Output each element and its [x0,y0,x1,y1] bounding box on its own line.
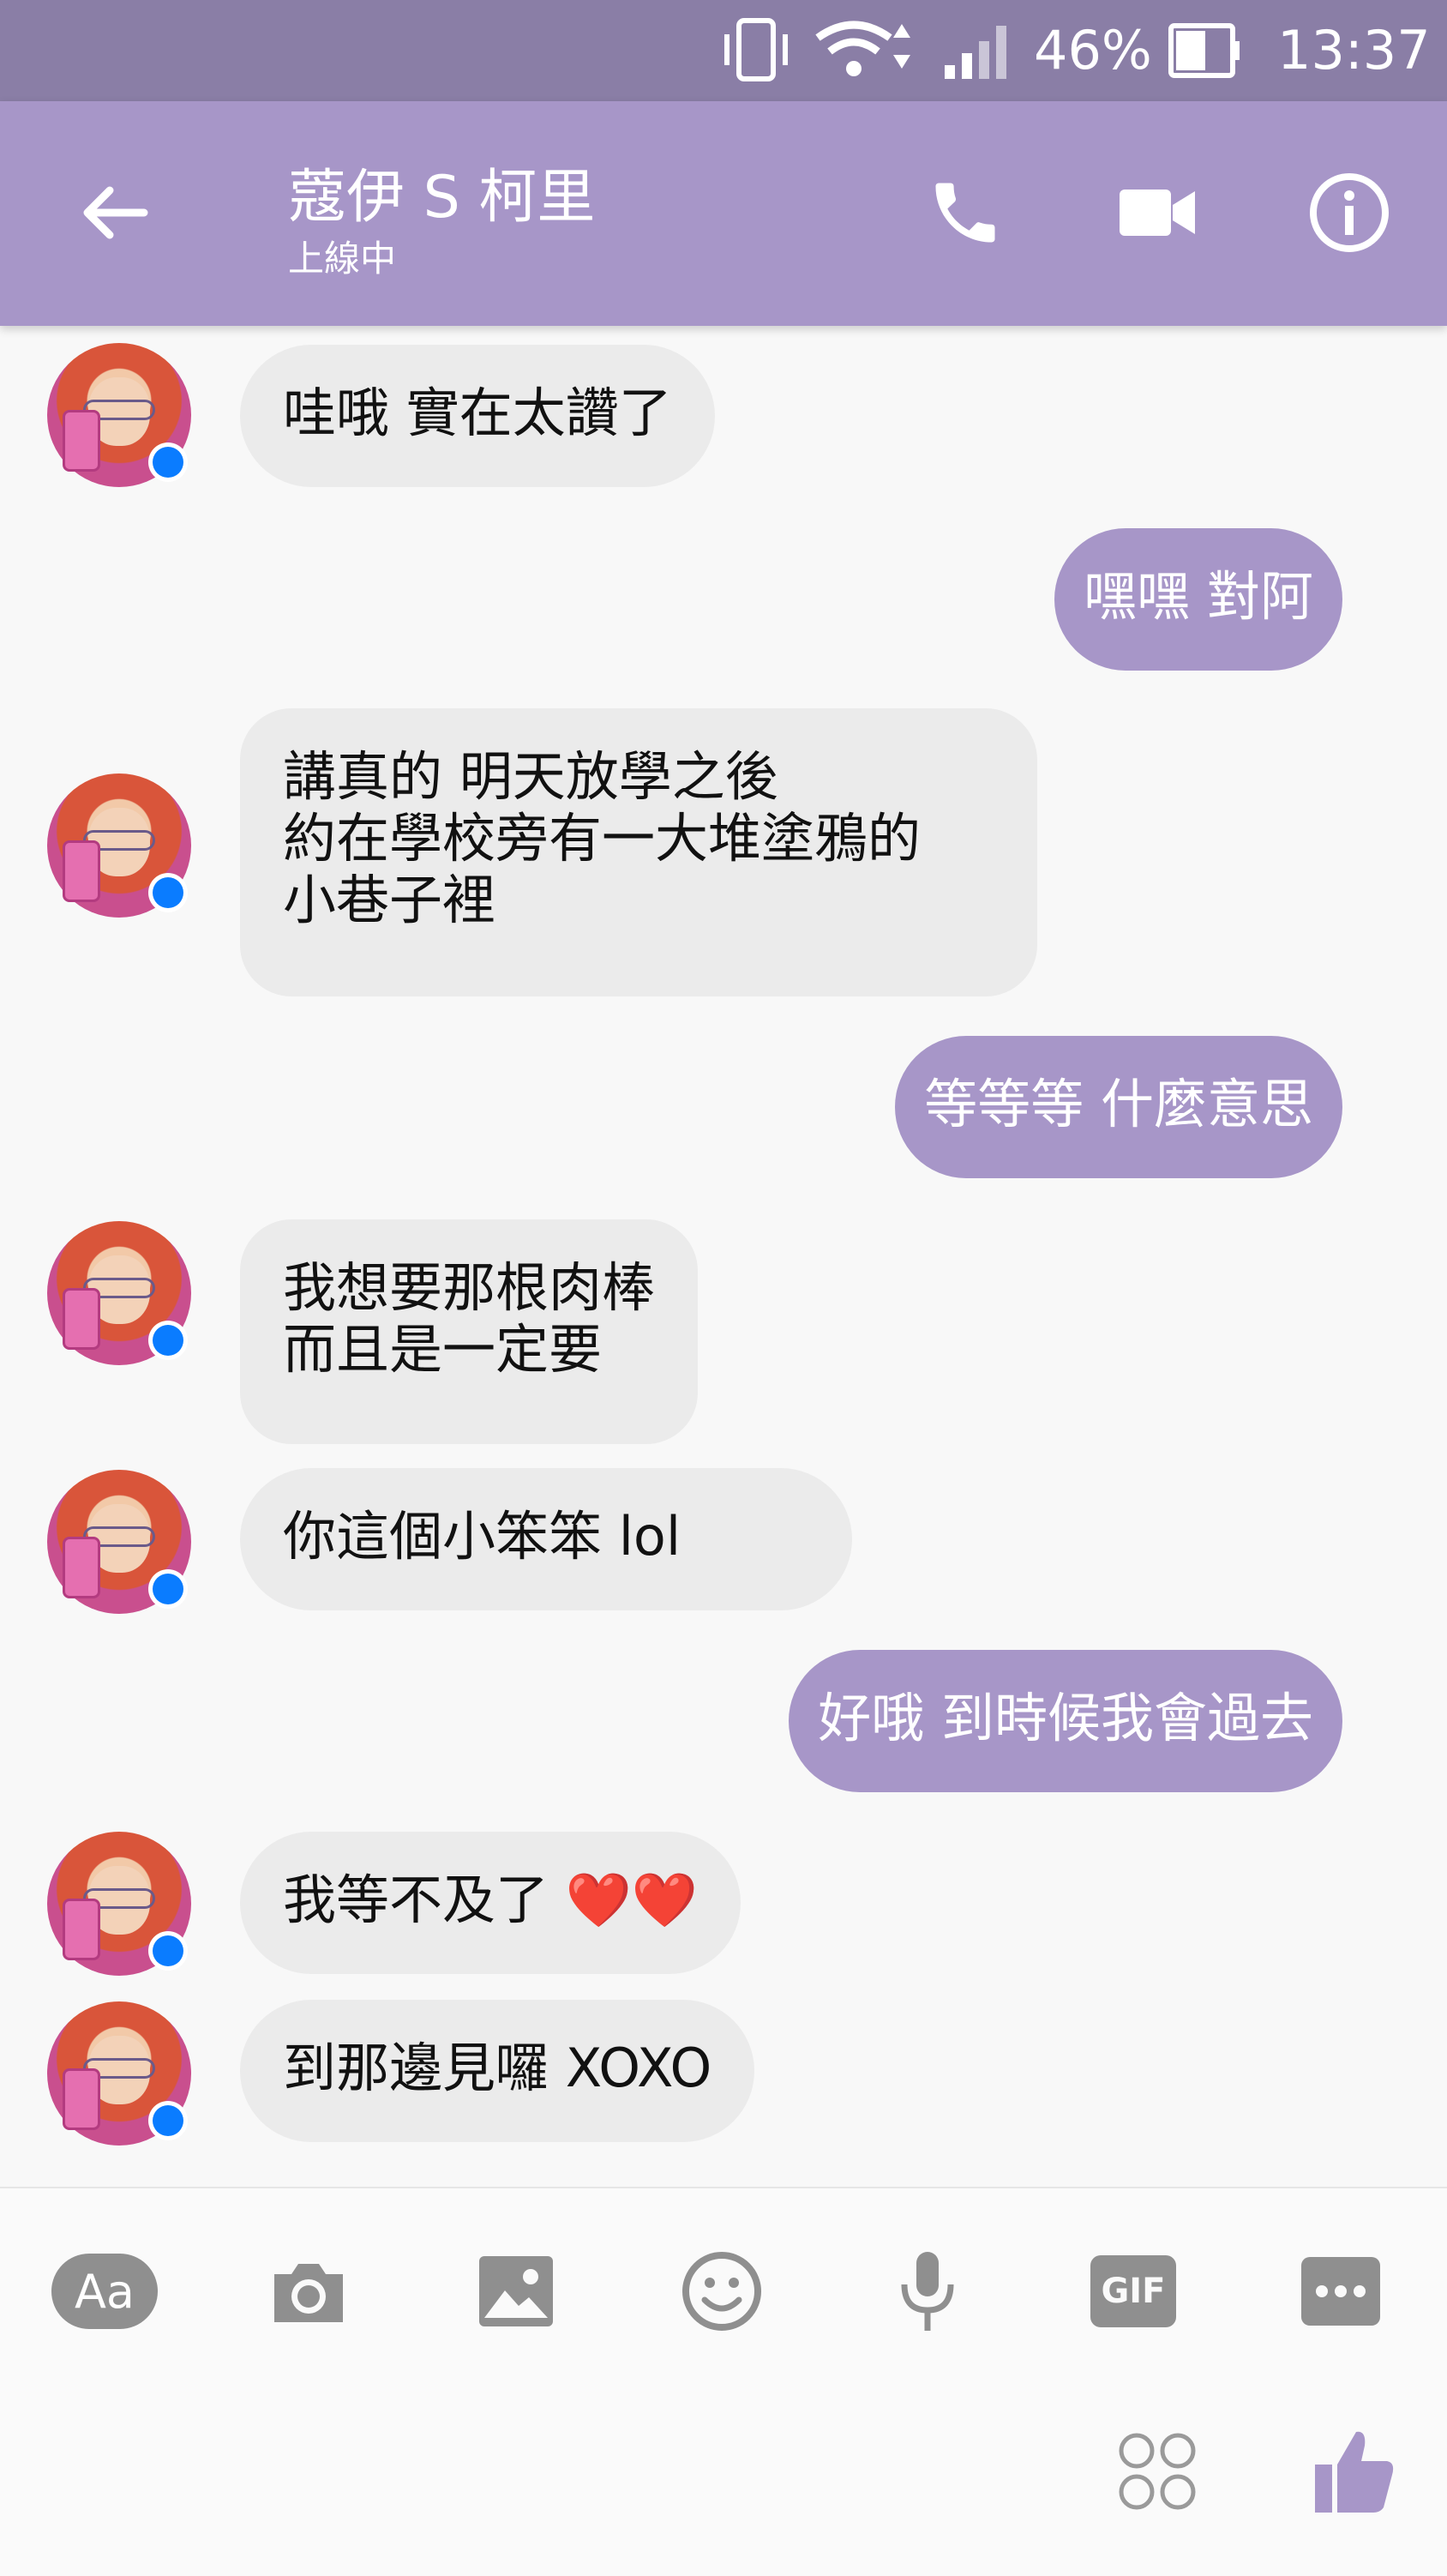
messenger-badge-icon [148,2101,188,2140]
text-format-icon[interactable]: Aa [51,2248,158,2334]
contact-avatar[interactable] [47,2001,191,2146]
video-camera-icon[interactable] [1114,170,1200,256]
incoming-message[interactable]: 哇哦 實在太讚了 [240,345,715,487]
stickers-icon[interactable] [1114,2429,1200,2514]
camera-icon[interactable] [266,2248,351,2334]
thumbs-up-icon[interactable] [1303,2420,1406,2523]
message-list[interactable]: 哇哦 實在太讚了 嘿嘿 對阿 講真的 明天放學之後 約在學校旁有一大堆塗鴉的 小… [0,326,1447,2187]
image-icon[interactable] [473,2248,559,2334]
messenger-badge-icon [148,1569,188,1609]
cell-signal-icon [941,15,1018,84]
vibrate-icon [717,15,796,84]
wifi-icon [811,15,922,84]
contact-avatar[interactable] [47,343,191,487]
conversation-header: 蔻伊 S 柯里 上線中 [0,101,1447,326]
contact-avatar[interactable] [47,773,191,918]
incoming-message[interactable]: 到那邊見囉 XOXO [240,2000,755,2142]
messenger-badge-icon [148,1321,188,1360]
contact-avatar[interactable] [47,1832,191,1976]
microphone-icon[interactable] [885,2248,970,2334]
contact-avatar[interactable] [47,1221,191,1365]
gif-icon[interactable]: GIF [1090,2248,1176,2334]
incoming-message[interactable]: 我等不及了 ❤️❤️ [240,1832,742,1974]
emoji-icon[interactable] [679,2248,765,2334]
active-status: 上線中 [288,238,397,280]
outgoing-message[interactable]: 嘿嘿 對阿 [1054,528,1342,671]
battery-icon [1168,15,1245,84]
incoming-message[interactable]: 講真的 明天放學之後 約在學校旁有一大堆塗鴉的 小巷子裡 [240,708,1037,996]
clock: 13:37 [1277,18,1431,81]
battery-percent: 46% [1034,18,1152,81]
contact-avatar[interactable] [47,1470,191,1614]
phone-icon[interactable] [922,170,1008,256]
incoming-message[interactable]: 我想要那根肉棒 而且是一定要 [240,1219,699,1444]
more-icon[interactable] [1298,2248,1384,2334]
incoming-message[interactable]: 你這個小笨笨 lol [240,1468,852,1610]
contact-name[interactable]: 蔻伊 S 柯里 [288,149,595,234]
outgoing-message[interactable]: 等等等 什麼意思 [895,1036,1342,1178]
messenger-badge-icon [148,873,188,912]
back-arrow-icon[interactable] [72,170,158,256]
gif-label: GIF [1090,2255,1176,2327]
text-format-label: Aa [51,2254,158,2329]
outgoing-message[interactable]: 好哦 到時候我會過去 [789,1650,1342,1792]
messenger-badge-icon [148,442,188,482]
messenger-badge-icon [148,1931,188,1971]
composer-bar: Aa GIF [0,2187,1447,2576]
info-icon[interactable] [1306,170,1392,256]
status-bar: 46% 13:37 [0,0,1447,101]
